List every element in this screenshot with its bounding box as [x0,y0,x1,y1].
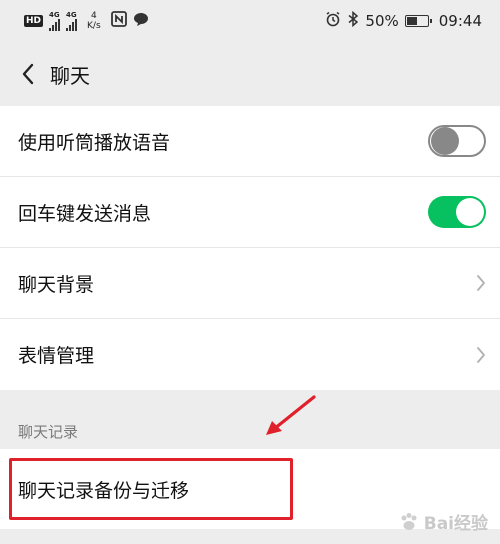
chat-bubble-icon [133,11,149,31]
settings-group: 使用听筒播放语音 回车键发送消息 聊天背景 表情管理 [0,106,500,390]
battery-icon [404,15,432,27]
earpiece-toggle[interactable] [428,125,486,157]
chevron-right-icon [477,275,485,291]
paw-icon [401,512,417,530]
battery-percent: 50% [365,12,399,30]
setting-enter-send-label: 回车键发送消息 [18,202,152,225]
alarm-icon [325,11,341,31]
nfc-icon [110,11,127,31]
red-arrow-annotation [266,395,316,435]
title-bar: 聊天 [0,42,500,106]
signal-icon-2: 4G [66,11,78,31]
page-title: 聊天 [50,63,90,88]
setting-earpiece[interactable]: 使用听筒播放语音 [0,106,500,177]
network-speed: 4 K/s [87,11,101,31]
bluetooth-icon [347,10,359,31]
setting-chat-background-label: 聊天背景 [18,273,95,296]
setting-chat-backup-label: 聊天记录备份与迁移 [18,479,190,502]
hd-badge: HD [24,15,44,27]
setting-sticker-manage-label: 表情管理 [18,345,95,367]
section-header-chat-history: 聊天记录 [18,423,79,441]
status-bar: HD 4G 4G 4 K/s 50% 09:44 [0,0,500,42]
setting-earpiece-label: 使用听筒播放语音 [18,131,171,154]
setting-sticker-manage[interactable]: 表情管理 [0,319,500,390]
back-button[interactable] [14,57,42,91]
chevron-left-icon [22,63,34,85]
enter-send-toggle[interactable] [428,196,486,228]
bottom-strip [0,533,500,544]
clock: 09:44 [438,12,482,30]
setting-chat-background[interactable]: 聊天背景 [0,248,500,319]
chevron-right-icon [477,346,485,363]
watermark: Bai经验 [398,509,488,534]
signal-icon: 4G [49,11,61,31]
setting-enter-send[interactable]: 回车键发送消息 [0,177,500,248]
watermark-text: Bai经验 [423,514,488,534]
